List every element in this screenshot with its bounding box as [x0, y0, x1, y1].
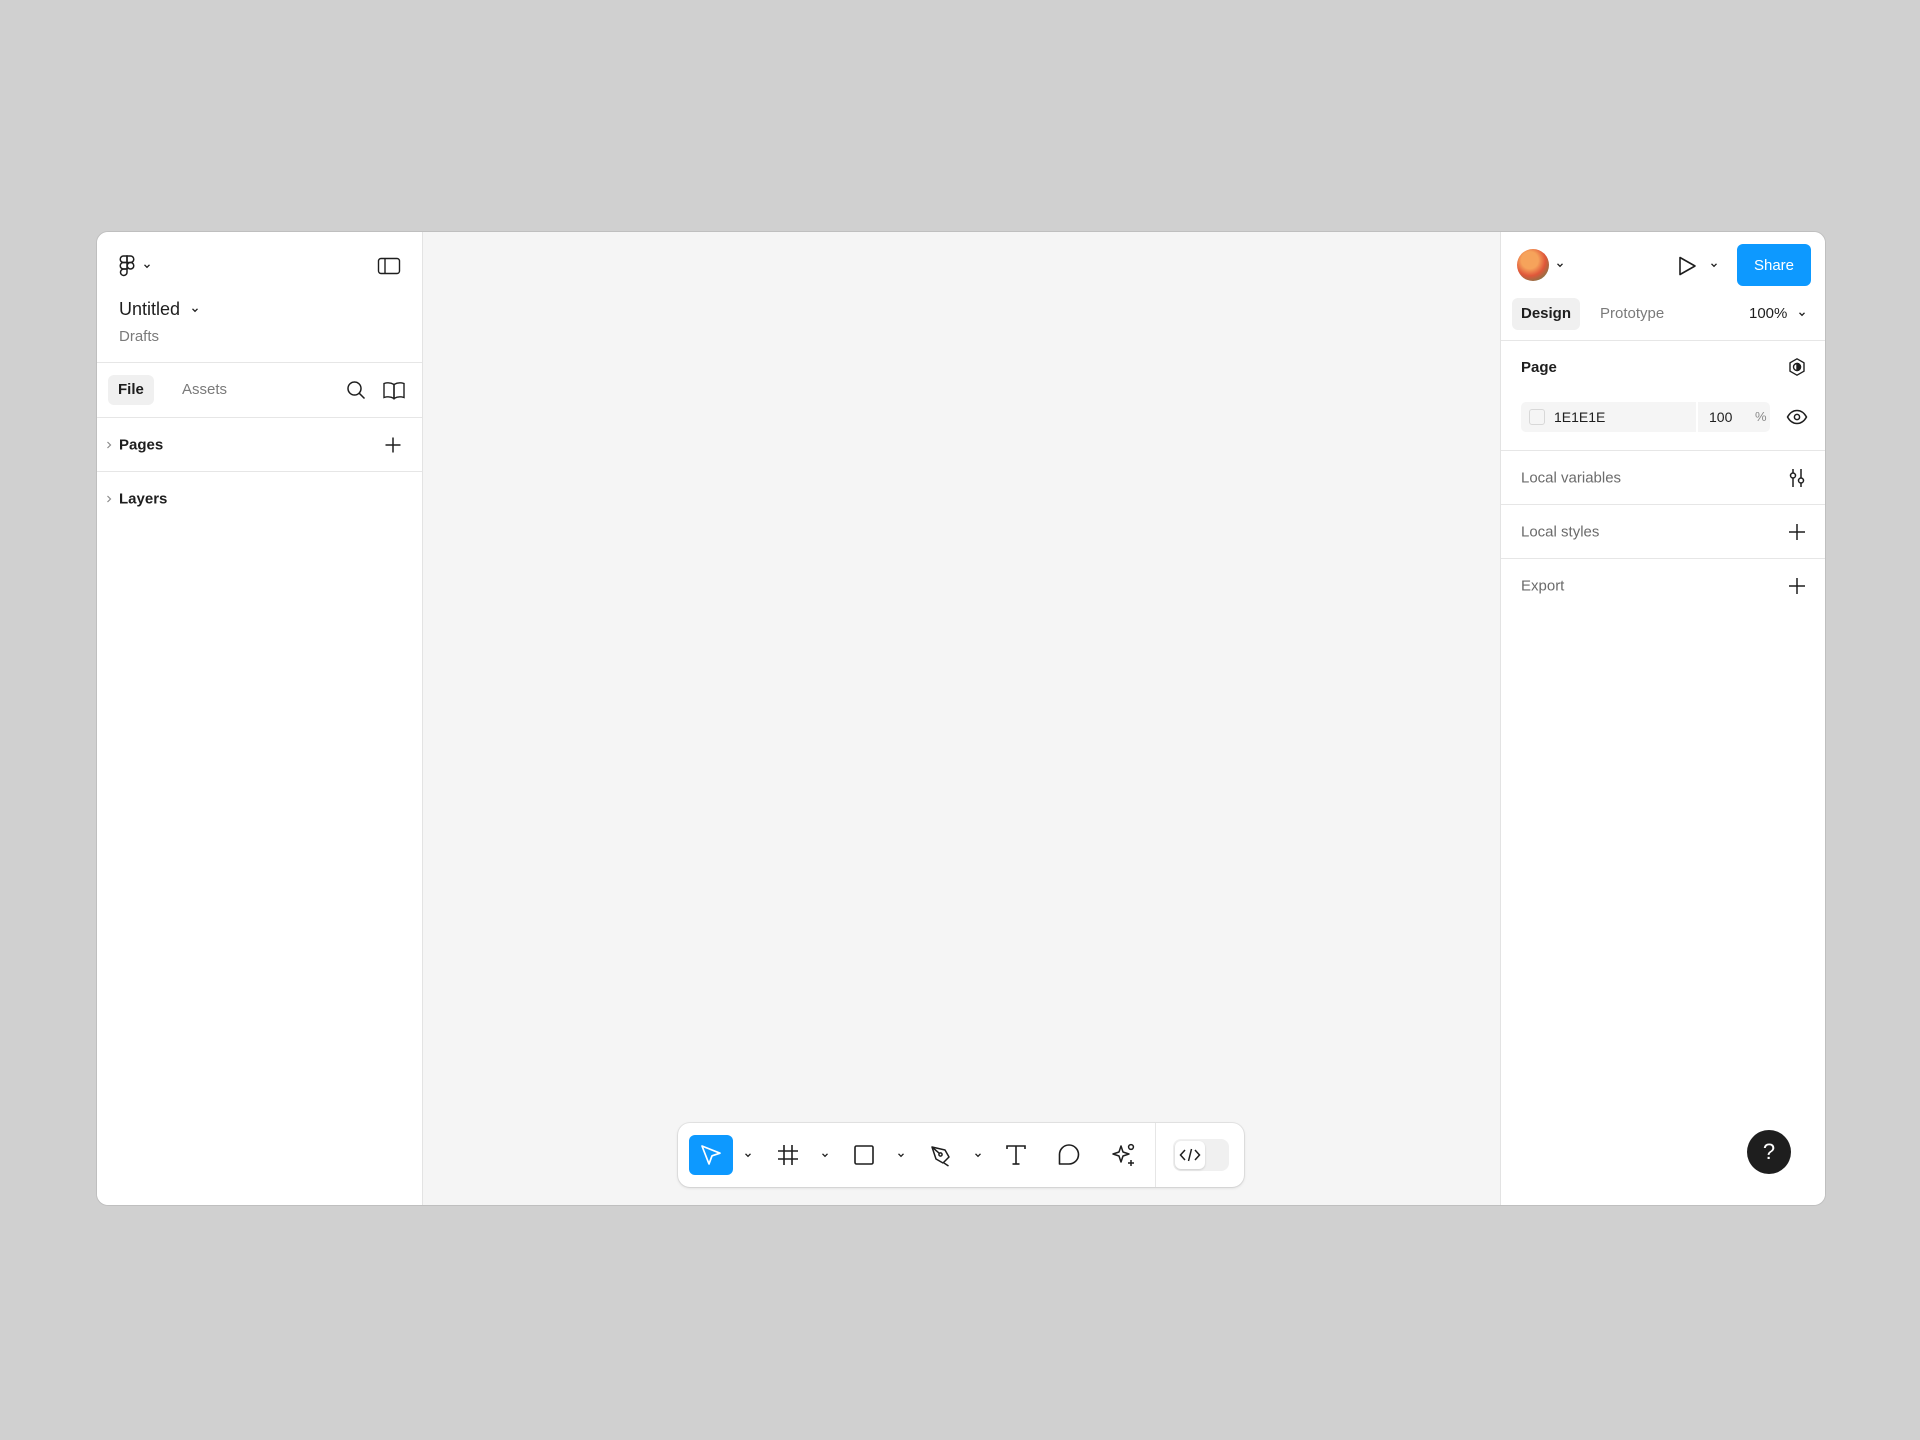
cursor-arrow-icon — [701, 1145, 721, 1165]
zoom-value: 100% — [1749, 305, 1788, 322]
pen-tool-button[interactable] — [921, 1135, 961, 1175]
present-play-icon[interactable] — [1677, 255, 1697, 277]
chevron-down-icon[interactable] — [1709, 260, 1719, 270]
rectangle-icon — [854, 1145, 874, 1165]
file-title[interactable]: Untitled — [119, 299, 200, 320]
layers-label: Layers — [119, 490, 168, 508]
opacity-unit: % — [1755, 409, 1767, 424]
rectangle-tool-chevron-down-icon[interactable] — [896, 1150, 906, 1160]
text-t-icon — [1006, 1145, 1026, 1165]
frame-hash-icon — [778, 1145, 798, 1165]
search-icon[interactable] — [345, 379, 367, 401]
chevron-right-icon — [107, 495, 112, 503]
move-tool-button[interactable] — [689, 1135, 733, 1175]
export-row[interactable]: Export — [1501, 559, 1825, 613]
tab-file[interactable]: File — [108, 375, 154, 405]
add-page-plus-icon[interactable] — [383, 435, 403, 455]
code-brackets-icon — [1179, 1148, 1201, 1162]
sidebar-toggle-icon[interactable] — [377, 256, 401, 276]
toolbar-divider — [1155, 1123, 1156, 1187]
background-hex-value[interactable]: 1E1E1E — [1554, 402, 1605, 432]
local-variables-label: Local variables — [1521, 469, 1622, 486]
pages-section-header[interactable]: Pages — [97, 418, 422, 472]
actions-tool-button[interactable] — [1102, 1135, 1146, 1175]
frame-tool-chevron-down-icon[interactable] — [820, 1150, 830, 1160]
main-menu-button[interactable] — [119, 254, 152, 278]
add-export-plus-icon[interactable] — [1786, 575, 1808, 597]
dev-mode-toggle[interactable] — [1173, 1139, 1229, 1171]
tab-design[interactable]: Design — [1512, 298, 1581, 330]
help-button[interactable]: ? — [1747, 1130, 1791, 1174]
rectangle-tool-button[interactable] — [844, 1135, 884, 1175]
file-title-text: Untitled — [119, 299, 181, 319]
chevron-down-icon — [192, 307, 198, 312]
export-label: Export — [1521, 577, 1565, 595]
tab-prototype[interactable]: Prototype — [1591, 298, 1673, 330]
comment-bubble-icon — [1058, 1144, 1080, 1165]
eye-visibility-icon[interactable] — [1786, 408, 1808, 426]
chevron-right-icon — [107, 441, 112, 448]
zoom-dropdown[interactable]: 100% — [1749, 298, 1807, 330]
editor-window: Untitled Drafts File Assets Pages Layers — [96, 231, 1826, 1206]
add-style-plus-icon[interactable] — [1786, 521, 1808, 543]
move-tool-chevron-down-icon[interactable] — [743, 1150, 753, 1160]
left-panel: Untitled Drafts File Assets Pages Layers — [97, 232, 423, 1205]
frame-tool-button[interactable] — [768, 1135, 808, 1175]
local-variables-row[interactable]: Local variables — [1501, 451, 1825, 505]
local-styles-label: Local styles — [1521, 523, 1600, 540]
pages-label: Pages — [119, 436, 164, 453]
dev-mode-knob — [1175, 1141, 1205, 1169]
figma-logo-icon — [119, 255, 135, 277]
pen-tool-chevron-down-icon[interactable] — [973, 1150, 983, 1160]
right-panel: Share Design Prototype 100% Page 1E1E1E … — [1500, 232, 1825, 1205]
file-header: Untitled Drafts — [97, 232, 422, 363]
background-opacity-value[interactable]: 100 — [1709, 402, 1732, 432]
variables-sliders-icon[interactable] — [1786, 467, 1808, 489]
style-hexagon-icon[interactable] — [1787, 357, 1807, 377]
field-divider — [1696, 402, 1698, 432]
pen-nib-icon — [931, 1146, 950, 1167]
page-background-color-field[interactable]: 1E1E1E 100 % — [1521, 402, 1770, 432]
page-section-title: Page — [1521, 359, 1557, 376]
library-book-icon[interactable] — [382, 379, 406, 401]
chevron-down-icon[interactable] — [1555, 260, 1565, 270]
text-tool-button[interactable] — [996, 1135, 1036, 1175]
local-styles-row[interactable]: Local styles — [1501, 505, 1825, 559]
layers-section-header[interactable]: Layers — [97, 472, 422, 526]
avatar[interactable] — [1517, 249, 1549, 281]
color-swatch[interactable] — [1529, 409, 1545, 425]
chevron-down-icon — [144, 264, 150, 269]
tab-assets[interactable]: Assets — [172, 375, 237, 405]
file-location[interactable]: Drafts — [119, 328, 159, 345]
canvas[interactable] — [423, 232, 1500, 1205]
comment-tool-button[interactable] — [1049, 1135, 1089, 1175]
chevron-down-icon — [1799, 312, 1806, 317]
share-button[interactable]: Share — [1737, 244, 1811, 286]
bottom-toolbar — [678, 1123, 1244, 1187]
ai-sparkle-icon — [1112, 1143, 1135, 1166]
page-section — [1501, 341, 1825, 451]
